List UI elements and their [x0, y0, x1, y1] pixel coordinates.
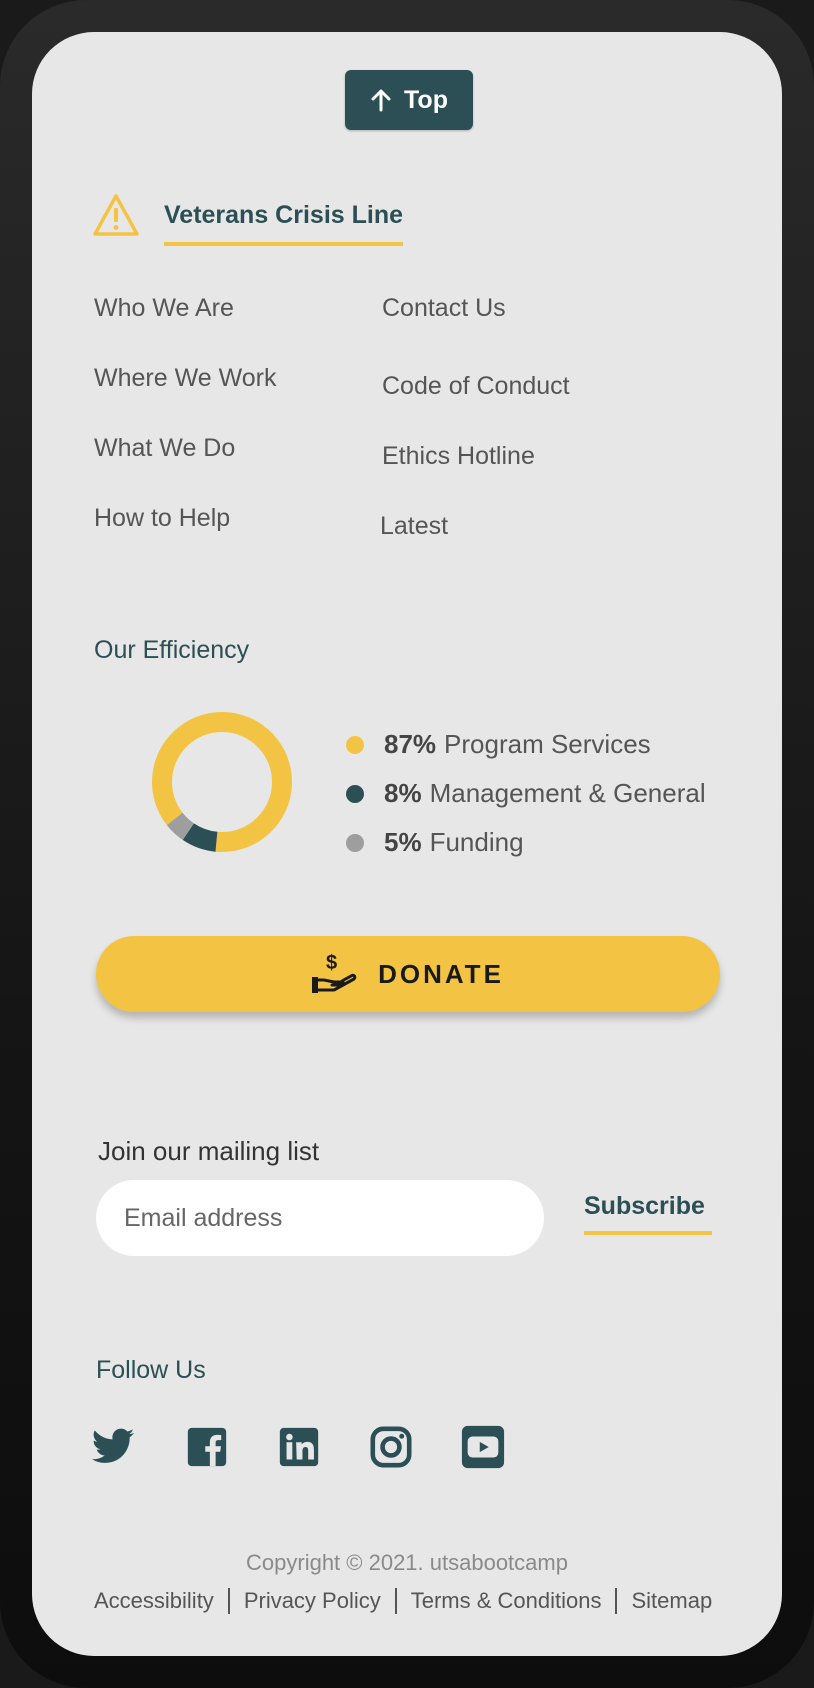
- efficiency-legend: 87% Program Services 8% Management & Gen…: [342, 720, 706, 867]
- legend-dot: [346, 735, 364, 754]
- email-field[interactable]: [96, 1180, 544, 1256]
- footer-link-terms[interactable]: Terms & Conditions: [411, 1588, 602, 1614]
- svg-text:$: $: [326, 952, 340, 974]
- footer-links: Accessibility Privacy Policy Terms & Con…: [94, 1588, 712, 1614]
- legend-pct: 8%: [384, 778, 422, 808]
- divider: [394, 1588, 397, 1614]
- warning-icon: [93, 194, 139, 236]
- instagram-icon[interactable]: [368, 1424, 414, 1470]
- legend-dot: [346, 784, 364, 803]
- nav-link-how-to-help[interactable]: How to Help: [94, 504, 230, 533]
- copyright-text: Copyright © 2021. utsabootcamp: [246, 1550, 568, 1575]
- efficiency-title: Our Efficiency: [94, 636, 250, 664]
- efficiency-donut-chart: [152, 712, 292, 852]
- crisis-line-link[interactable]: Veterans Crisis Line: [164, 201, 404, 246]
- legend-item-funding: 5% Funding: [342, 818, 706, 867]
- footer-link-accessibility[interactable]: Accessibility: [94, 1588, 214, 1614]
- legend-label: Management & General: [429, 778, 706, 808]
- nav-link-code-of-conduct[interactable]: Code of Conduct: [382, 372, 570, 401]
- donate-button[interactable]: $ DONATE: [96, 936, 720, 1012]
- divider: [615, 1588, 618, 1614]
- nav-link-what-we-do[interactable]: What We Do: [94, 434, 235, 463]
- linkedin-icon[interactable]: [276, 1424, 322, 1470]
- facebook-icon[interactable]: [184, 1424, 230, 1470]
- arrow-up-icon: [371, 89, 391, 112]
- screen: Top Veterans Crisis Line Who We Are Wher…: [32, 32, 782, 1656]
- nav-link-latest[interactable]: Latest: [380, 512, 448, 541]
- mailing-list-title: Join our mailing list: [98, 1136, 320, 1166]
- phone-frame: Top Veterans Crisis Line Who We Are Wher…: [0, 0, 814, 1688]
- nav-link-ethics-hotline[interactable]: Ethics Hotline: [382, 442, 535, 471]
- legend-item-program-services: 87% Program Services: [342, 720, 706, 769]
- donate-label: DONATE: [378, 958, 504, 989]
- footer-link-privacy-policy[interactable]: Privacy Policy: [244, 1588, 381, 1614]
- youtube-icon[interactable]: [460, 1424, 506, 1470]
- legend-label: Funding: [429, 827, 524, 857]
- legend-dot: [346, 833, 364, 852]
- footer-link-sitemap[interactable]: Sitemap: [631, 1588, 712, 1614]
- top-label: Top: [404, 85, 448, 114]
- legend-pct: 5%: [384, 827, 422, 857]
- legend-label: Program Services: [444, 729, 651, 759]
- twitter-icon[interactable]: [90, 1424, 136, 1470]
- nav-link-contact-us[interactable]: Contact Us: [382, 294, 506, 323]
- subscribe-button[interactable]: Subscribe: [584, 1192, 712, 1235]
- nav-link-who-we-are[interactable]: Who We Are: [94, 294, 234, 323]
- donut-slice-program-services: [152, 712, 292, 852]
- back-to-top-button[interactable]: Top: [345, 70, 473, 130]
- divider: [227, 1588, 230, 1614]
- legend-pct: 87%: [384, 729, 437, 759]
- donate-hand-icon: $: [312, 952, 357, 993]
- nav-link-where-we-work[interactable]: Where We Work: [94, 364, 276, 393]
- follow-us-title: Follow Us: [96, 1356, 206, 1384]
- legend-item-management: 8% Management & General: [342, 769, 706, 818]
- crisis-line[interactable]: Veterans Crisis Line: [92, 192, 404, 246]
